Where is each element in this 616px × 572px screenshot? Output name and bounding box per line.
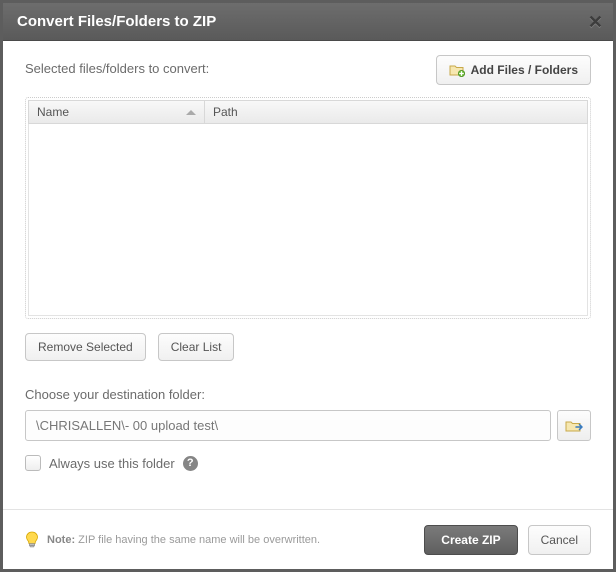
column-path[interactable]: Path <box>205 101 587 123</box>
remove-selected-label: Remove Selected <box>38 340 133 354</box>
list-buttons: Remove Selected Clear List <box>25 333 591 361</box>
content-area: Selected files/folders to convert: Add F… <box>3 41 613 509</box>
cancel-button[interactable]: Cancel <box>528 525 591 555</box>
remove-selected-button[interactable]: Remove Selected <box>25 333 146 361</box>
destination-row <box>25 410 591 441</box>
column-path-label: Path <box>213 105 238 119</box>
footer-buttons: Create ZIP Cancel <box>424 525 591 555</box>
table-body[interactable] <box>28 124 588 316</box>
sort-asc-icon <box>186 110 196 115</box>
always-label: Always use this folder <box>49 456 175 471</box>
dialog-title: Convert Files/Folders to ZIP <box>17 13 216 30</box>
table-header: Name Path <box>28 100 588 124</box>
clear-list-label: Clear List <box>171 340 222 354</box>
lightbulb-icon <box>25 531 39 549</box>
clear-list-button[interactable]: Clear List <box>158 333 235 361</box>
create-zip-label: Create ZIP <box>441 533 500 547</box>
note-text: Note: ZIP file having the same name will… <box>47 534 320 546</box>
destination-label: Choose your destination folder: <box>25 387 591 402</box>
always-row: Always use this folder ? <box>25 455 591 471</box>
destination-section: Choose your destination folder: Always u… <box>25 387 591 471</box>
column-name-label: Name <box>37 105 69 119</box>
column-name[interactable]: Name <box>29 101 205 123</box>
top-row: Selected files/folders to convert: Add F… <box>25 55 591 85</box>
always-checkbox[interactable] <box>25 455 41 471</box>
footer: Note: ZIP file having the same name will… <box>3 509 613 569</box>
destination-input[interactable] <box>25 410 551 441</box>
add-folder-icon <box>449 63 465 77</box>
browse-folder-icon <box>565 419 583 433</box>
note: Note: ZIP file having the same name will… <box>25 531 320 549</box>
add-files-label: Add Files / Folders <box>471 63 578 77</box>
add-files-button[interactable]: Add Files / Folders <box>436 55 591 85</box>
dialog: Convert Files/Folders to ZIP ✕ Selected … <box>0 0 616 572</box>
selected-label: Selected files/folders to convert: <box>25 55 209 76</box>
note-label: Note: <box>47 534 75 546</box>
cancel-label: Cancel <box>541 533 578 547</box>
close-icon[interactable]: ✕ <box>588 13 603 31</box>
note-body: ZIP file having the same name will be ov… <box>78 534 320 546</box>
help-icon[interactable]: ? <box>183 456 198 471</box>
browse-folder-button[interactable] <box>557 410 591 441</box>
titlebar: Convert Files/Folders to ZIP ✕ <box>3 3 613 41</box>
file-table: Name Path <box>25 97 591 319</box>
create-zip-button[interactable]: Create ZIP <box>424 525 517 555</box>
